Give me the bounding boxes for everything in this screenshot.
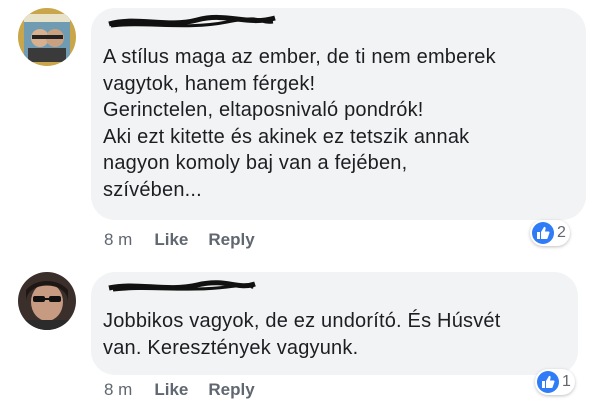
- comment-text: A stílus maga az ember, de ti nem embere…: [103, 46, 496, 201]
- redacted-author-name: [108, 14, 276, 28]
- like-button[interactable]: Like: [154, 380, 188, 400]
- comment-bubble: Jobbikos vagyok, de ez undorító. És Húsv…: [91, 272, 578, 375]
- comment-bubble: A stílus maga az ember, de ti nem embere…: [91, 8, 586, 220]
- reaction-count: 1: [562, 373, 571, 390]
- like-icon: [537, 371, 559, 393]
- comment-text: Jobbikos vagyok, de ez undorító. És Húsv…: [103, 310, 501, 359]
- reaction-count: 2: [557, 224, 566, 241]
- comment-actions: 8 m Like Reply: [104, 230, 275, 250]
- avatar-photo: [18, 8, 76, 66]
- reaction-count-badge[interactable]: 2: [530, 220, 570, 246]
- avatar-photo: [18, 272, 76, 330]
- comment-actions: 8 m Like Reply: [104, 380, 275, 400]
- reply-button[interactable]: Reply: [208, 380, 254, 400]
- avatar[interactable]: [18, 8, 76, 66]
- reply-button[interactable]: Reply: [208, 230, 254, 250]
- avatar[interactable]: [18, 272, 76, 330]
- comment-time[interactable]: 8 m: [104, 380, 132, 400]
- like-button[interactable]: Like: [154, 230, 188, 250]
- comment-time[interactable]: 8 m: [104, 230, 132, 250]
- redacted-author-name: [108, 280, 256, 292]
- reaction-count-badge[interactable]: 1: [535, 369, 575, 395]
- like-icon: [532, 222, 554, 244]
